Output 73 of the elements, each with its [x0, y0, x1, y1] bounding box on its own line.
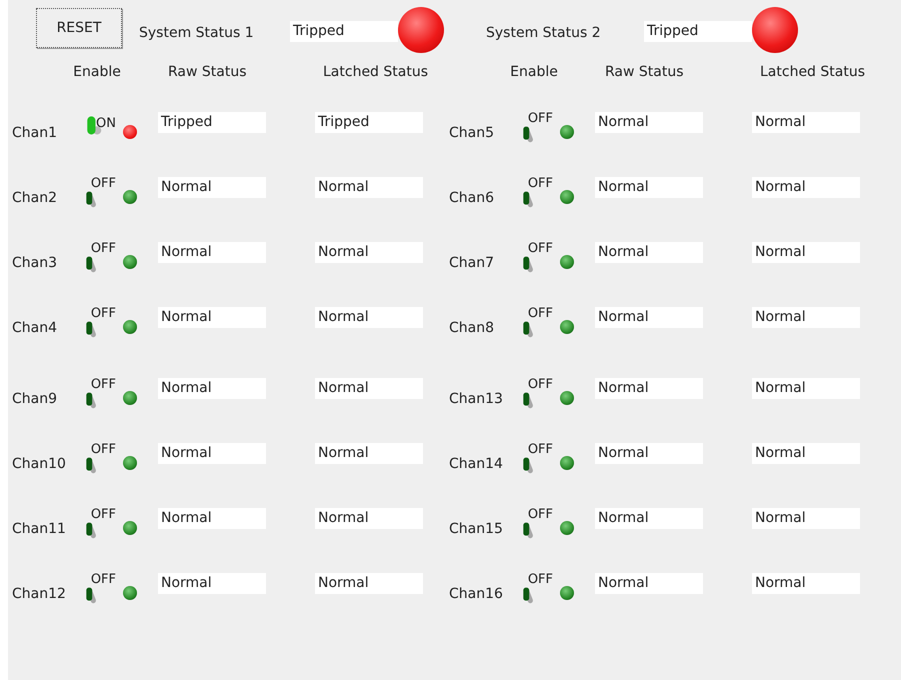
- raw-status-field: Normal: [158, 508, 266, 529]
- system-status-field: Tripped: [290, 20, 398, 42]
- latched-status-field: Normal: [752, 443, 860, 464]
- switch-label: OFF: [90, 572, 116, 586]
- latched-status-field: Normal: [315, 307, 423, 328]
- latched-status-field: Normal: [752, 112, 860, 133]
- switch-label: OFF: [90, 240, 116, 256]
- switch-label: OFF: [90, 376, 116, 392]
- switch-label: OFF: [90, 442, 116, 456]
- channel-label: Chan15: [449, 520, 504, 536]
- raw-status-field: Normal: [595, 443, 703, 464]
- channel-label: Chan9: [12, 390, 58, 406]
- switch-label: OFF: [528, 376, 553, 392]
- channel-label: Chan14: [449, 456, 504, 472]
- channel-label: Chan16: [449, 586, 504, 602]
- column-header: Latched Status: [760, 64, 866, 80]
- channel-label: Chan3: [12, 254, 58, 270]
- switch-label: OFF: [528, 240, 553, 256]
- channel-label: Chan10: [12, 456, 67, 472]
- column-header: Latched Status: [323, 64, 429, 80]
- raw-status-field: Normal: [595, 307, 703, 328]
- column-header: Enable: [509, 64, 559, 80]
- raw-status-field: Normal: [158, 307, 266, 328]
- switch-label: OFF: [528, 442, 553, 456]
- system-status-label: System Status 2: [486, 25, 602, 41]
- latched-status-field: Normal: [752, 177, 860, 198]
- switch-label: ON: [96, 116, 116, 130]
- latched-status-field: Normal: [315, 378, 423, 399]
- latched-status-field: Tripped: [315, 112, 423, 133]
- latched-status-field: Normal: [752, 242, 860, 263]
- latched-status-field: Normal: [315, 177, 423, 198]
- raw-status-field: Normal: [158, 177, 266, 198]
- raw-status-field: Normal: [158, 378, 266, 399]
- latched-status-field: Normal: [752, 508, 860, 529]
- channel-label: Chan6: [449, 190, 496, 206]
- latched-status-field: Normal: [315, 508, 423, 529]
- switch-label: OFF: [90, 176, 116, 190]
- column-header: Enable: [72, 64, 122, 80]
- switch-label: OFF: [528, 506, 553, 522]
- switch-label: OFF: [90, 506, 116, 522]
- reset-button[interactable]: RESET: [36, 8, 122, 48]
- system-status-label: System Status 1: [139, 25, 255, 41]
- switch-label: OFF: [528, 572, 553, 586]
- raw-status-field: Normal: [595, 177, 703, 198]
- raw-status-field: Normal: [595, 508, 703, 529]
- channel-label: Chan5: [449, 124, 496, 140]
- raw-status-field: Normal: [158, 242, 266, 263]
- raw-status-field: Normal: [595, 112, 703, 133]
- raw-status-field: Normal: [595, 242, 703, 263]
- latched-status-field: Normal: [315, 443, 423, 464]
- channel-label: Chan2: [12, 190, 58, 206]
- latched-status-field: Normal: [752, 573, 860, 594]
- raw-status-field: Normal: [595, 378, 703, 399]
- raw-status-field: Tripped: [158, 112, 266, 133]
- channel-label: Chan11: [12, 520, 67, 536]
- system-status-field: Tripped: [644, 20, 752, 42]
- channel-label: Chan1: [12, 124, 58, 140]
- raw-status-field: Normal: [158, 573, 266, 594]
- channel-label: Chan13: [449, 390, 504, 406]
- raw-status-field: Normal: [595, 573, 703, 594]
- channel-label: Chan8: [449, 320, 496, 336]
- channel-label: Chan12: [12, 586, 67, 602]
- latched-status-field: Normal: [315, 242, 423, 263]
- channel-label: Chan4: [12, 320, 58, 336]
- switch-label: OFF: [528, 110, 553, 126]
- switch-label: OFF: [528, 306, 553, 320]
- switch-label: OFF: [90, 306, 116, 320]
- latched-status-field: Normal: [752, 378, 860, 399]
- switch-label: OFF: [528, 176, 553, 190]
- latched-status-field: Normal: [315, 573, 423, 594]
- channel-label: Chan7: [449, 254, 496, 270]
- latched-status-field: Normal: [752, 307, 860, 328]
- raw-status-field: Normal: [158, 443, 266, 464]
